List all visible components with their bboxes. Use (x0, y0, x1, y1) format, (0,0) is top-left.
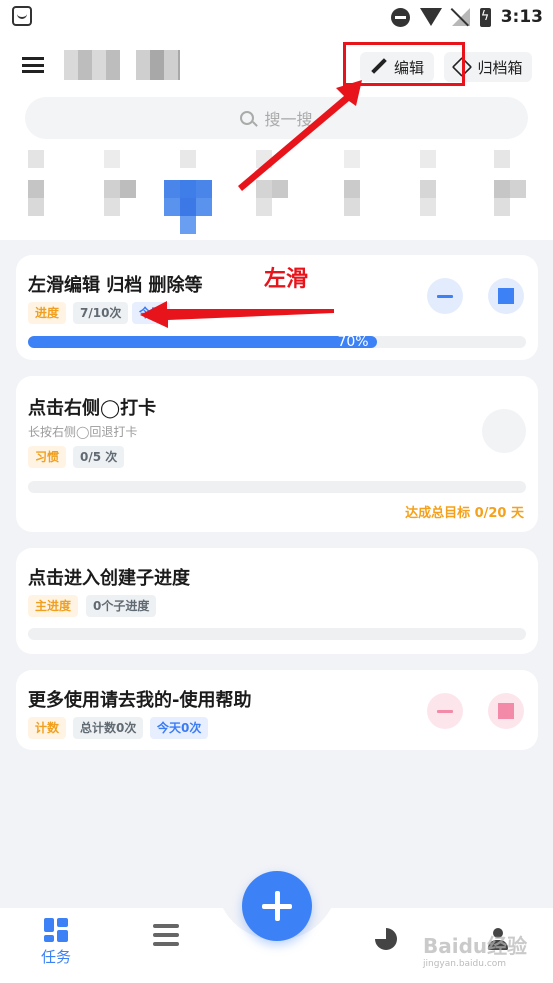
minus-icon (437, 709, 453, 713)
task-card-counter[interactable]: 更多使用请去我的-使用帮助 计数 总计数0次 今天0次 (16, 670, 538, 750)
blur-tile (272, 180, 288, 198)
goal-text: 达成总目标 0/20 天 (405, 506, 524, 521)
blur-tile (494, 198, 510, 216)
no-signal-icon (451, 8, 470, 26)
progress-fill: 70% (28, 335, 377, 349)
status-bar: 3:13 (0, 0, 553, 34)
nav-list[interactable] (136, 918, 196, 978)
blur-tile (196, 198, 212, 216)
blur-tile (164, 198, 180, 216)
blur-tile (256, 198, 272, 216)
shopping-bag-icon (12, 6, 32, 26)
tasks-grid-icon (44, 918, 68, 942)
blurred-username (64, 50, 120, 80)
blur-tile (494, 150, 510, 168)
card-title: 点击右侧◯打卡 (28, 398, 157, 419)
archive-button[interactable]: 归档箱 (444, 52, 532, 82)
progress-track (28, 628, 526, 640)
card-subtitle: 长按右侧◯回退打卡 (28, 425, 138, 439)
search-placeholder: 搜一搜 (264, 110, 313, 129)
tag-subcount: 0个子进度 (86, 595, 157, 617)
nav-tasks[interactable]: 任务 (26, 918, 86, 978)
edit-button[interactable]: 编辑 (360, 52, 434, 82)
tag-type: 主进度 (28, 595, 79, 617)
header: 编辑 归档箱 搜一搜 (0, 34, 553, 240)
search-icon (240, 111, 255, 125)
blur-tile (420, 150, 436, 168)
tag-today: 今天 (132, 302, 171, 324)
nav-tasks-label: 任务 (40, 948, 71, 966)
blur-tile (28, 198, 44, 216)
blur-tile (256, 180, 272, 198)
tag-type: 进度 (28, 302, 67, 324)
tag-type: 习惯 (28, 446, 67, 468)
plus-icon (498, 288, 514, 304)
blur-tile (104, 180, 120, 198)
blur-tile (28, 150, 44, 168)
blur-tile (420, 198, 436, 216)
list-icon (153, 924, 179, 946)
blur-tile (420, 180, 436, 198)
blur-tile (256, 150, 272, 168)
task-card-habit[interactable]: 点击右侧◯打卡 长按右侧◯回退打卡 习惯 0/5 次 达成总目标 0/20 天 (16, 376, 538, 532)
tag-type: 计数 (28, 717, 67, 739)
blurred-category-bar (0, 150, 553, 240)
do-not-disturb-icon (390, 7, 410, 27)
blur-tile (344, 180, 360, 198)
progress-track: 70% (28, 335, 526, 349)
card-title: 左滑编辑 归档 删除等 (28, 275, 203, 296)
tag-today: 今天0次 (150, 717, 209, 739)
blur-tile (28, 180, 44, 198)
blur-tile (120, 180, 136, 198)
blur-tile (164, 180, 180, 198)
blur-tile (180, 216, 196, 234)
minus-icon (437, 294, 453, 298)
nav-statistics[interactable] (356, 918, 416, 978)
blur-tile (494, 180, 510, 198)
decrement-button[interactable] (427, 278, 463, 314)
watermark-url: jingyan.baidu.com (423, 959, 507, 969)
card-title: 更多使用请去我的-使用帮助 (28, 690, 252, 711)
tag-count: 0/5 次 (73, 446, 125, 468)
blur-tile (180, 180, 196, 198)
pencil-icon (370, 58, 388, 76)
plus-icon (498, 703, 514, 719)
pie-chart-icon (375, 928, 397, 950)
card-title: 点击进入创建子进度 (28, 568, 190, 589)
status-time: 3:13 (500, 7, 543, 27)
blur-tile (344, 198, 360, 216)
decrement-button[interactable] (427, 693, 463, 729)
baidu-watermark: Baidu经验 jingyan.baidu.com (423, 930, 527, 969)
plus-icon (262, 891, 292, 921)
watermark-text: Baidu经验 (423, 934, 528, 958)
blur-tile (196, 180, 212, 198)
increment-button[interactable] (488, 278, 524, 314)
annotation-label: 左滑 (264, 267, 309, 292)
status-icons: 3:13 (390, 5, 543, 29)
battery-charging-icon (479, 7, 491, 27)
blur-tile (180, 198, 196, 216)
tag-total: 总计数0次 (73, 717, 144, 739)
blur-tile (104, 150, 120, 168)
blur-tile (104, 198, 120, 216)
blur-tile (344, 150, 360, 168)
archive-button-label: 归档箱 (477, 58, 523, 77)
wifi-icon (419, 8, 442, 26)
blur-tile (180, 150, 196, 168)
edit-button-label: 编辑 (393, 58, 424, 77)
tag-count: 7/10次 (73, 302, 129, 324)
blurred-username-part (136, 50, 180, 80)
progress-track (28, 481, 526, 493)
box-icon (452, 56, 473, 78)
hamburger-menu-icon[interactable] (22, 57, 44, 73)
check-in-circle-button[interactable] (482, 409, 526, 453)
blur-tile (510, 180, 526, 198)
add-task-fab[interactable] (242, 871, 312, 941)
task-card-main-progress[interactable]: 点击进入创建子进度 主进度 0个子进度 (16, 548, 538, 654)
search-bar[interactable]: 搜一搜 (25, 97, 528, 139)
increment-button[interactable] (488, 693, 524, 729)
